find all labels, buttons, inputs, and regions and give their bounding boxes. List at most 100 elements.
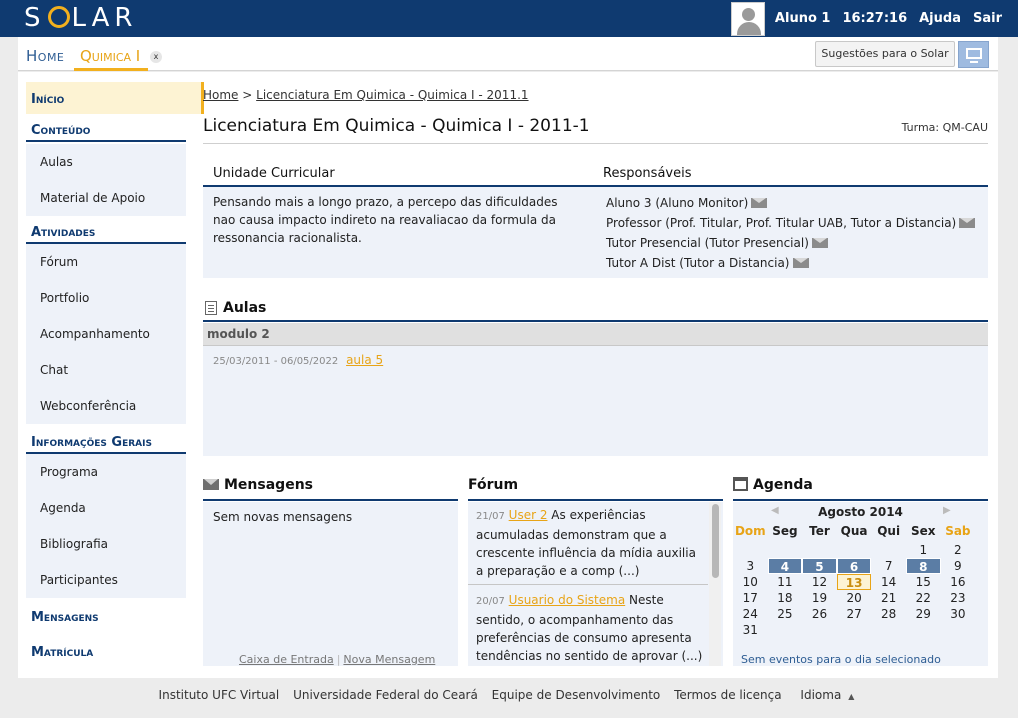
weekday-label: Dom	[734, 524, 766, 538]
sidebar-item-material[interactable]: Material de Apoio	[26, 180, 186, 216]
envelope-icon[interactable]	[792, 258, 809, 268]
calendar-day[interactable]: 4	[767, 558, 803, 574]
sidebar-item-webconferencia[interactable]: Webconferência	[26, 388, 186, 424]
envelope-icon[interactable]	[811, 238, 828, 248]
envelope-icon[interactable]	[959, 218, 976, 228]
sidebar-item-acompanhamento[interactable]: Acompanhamento	[26, 316, 186, 352]
sidebar-item-chat[interactable]: Chat	[26, 352, 186, 388]
calendar-day[interactable]: 10	[733, 574, 768, 590]
sidebar-section-matricula[interactable]: Matrícula	[26, 645, 186, 662]
calendar-day[interactable]: 5	[802, 558, 837, 574]
envelope-icon[interactable]	[751, 198, 768, 208]
calendar-day[interactable]: 30	[941, 606, 976, 622]
sidebar-item-participantes[interactable]: Participantes	[26, 562, 186, 598]
aulas-panel: modulo 2 25/03/2011 - 06/05/2022 aula 5	[203, 323, 988, 456]
calendar-day[interactable]: 22	[906, 590, 941, 606]
calendar-day[interactable]: 7	[871, 558, 906, 574]
calendar-empty-cell	[802, 542, 837, 558]
sidebar-item-agenda[interactable]: Agenda	[26, 490, 186, 526]
calendar-day[interactable]: 1	[906, 542, 941, 558]
sidebar-item-programa[interactable]: Programa	[26, 454, 186, 490]
footer-link-idioma[interactable]: Idioma ▲	[795, 688, 859, 702]
sidebar-section-atividades[interactable]: Atividades	[26, 225, 186, 244]
curricular-unit-box: Unidade Curricular Responsáveis Pensando…	[203, 161, 988, 278]
calendar-empty-cell	[871, 542, 906, 558]
calendar-day[interactable]: 18	[768, 590, 803, 606]
footer-link-termos[interactable]: Termos de licença	[674, 688, 782, 702]
post-date: 21/07	[476, 511, 505, 522]
calendar-day[interactable]: 11	[768, 574, 803, 590]
divider	[468, 584, 708, 585]
sidebar-section-conteudo[interactable]: Conteúdo	[26, 123, 186, 142]
breadcrumb-home[interactable]: Home	[203, 88, 238, 102]
calendar-day[interactable]: 14	[871, 574, 906, 590]
tab-home[interactable]: Home	[26, 47, 64, 65]
calendar-day[interactable]: 6	[836, 558, 872, 574]
solar-logo[interactable]: S LAR	[24, 3, 137, 33]
close-tab-icon[interactable]: x	[150, 51, 162, 63]
post-author-link[interactable]: User 2	[509, 508, 548, 522]
calendar-weekdays: Dom Seg Ter Qua Qui Sex Sab	[733, 524, 988, 538]
calendar-day[interactable]: 29	[906, 606, 941, 622]
messages-links: Caixa de Entrada | Nova Mensagem	[239, 653, 435, 666]
calendar-day[interactable]: 31	[733, 622, 768, 638]
calendar-empty-cell	[837, 622, 872, 638]
calendar-day[interactable]: 23	[941, 590, 976, 606]
messages-panel: Sem novas mensagens Caixa de Entrada | Nov…	[203, 502, 458, 666]
calendar-day[interactable]: 3	[733, 558, 768, 574]
sidebar-item-inicio[interactable]: Início	[26, 82, 204, 114]
calendar-day[interactable]: 20	[837, 590, 872, 606]
calendar-day[interactable]: 12	[802, 574, 837, 590]
messages-title: Mensagens	[224, 477, 313, 493]
calendar-empty-cell	[941, 622, 976, 638]
calendar-day[interactable]: 13	[836, 574, 872, 590]
sidebar-section-mensagens[interactable]: Mensagens	[26, 610, 186, 627]
logout-link[interactable]: Sair	[973, 11, 1002, 26]
calendar-day[interactable]: 26	[802, 606, 837, 622]
calendar-day[interactable]: 9	[941, 558, 976, 574]
next-month-icon[interactable]: ▶	[943, 505, 951, 516]
weekday-label: Sab	[945, 524, 971, 538]
scrollbar[interactable]	[709, 502, 721, 666]
help-link[interactable]: Ajuda	[919, 11, 961, 26]
calendar-day[interactable]: 17	[733, 590, 768, 606]
inbox-link[interactable]: Caixa de Entrada	[239, 653, 334, 666]
calendar-day[interactable]: 2	[941, 542, 976, 558]
agenda-title: Agenda	[753, 477, 813, 493]
weekday-label: Sex	[911, 524, 936, 538]
lesson-link[interactable]: aula 5	[346, 353, 383, 367]
post-author-link[interactable]: Usuario do Sistema	[509, 593, 626, 607]
sidebar-section-informacoes[interactable]: Informações Gerais	[26, 435, 186, 454]
scrollbar-thumb[interactable]	[712, 504, 719, 578]
calendar-day[interactable]: 19	[802, 590, 837, 606]
sidebar-item-portfolio[interactable]: Portfolio	[26, 280, 186, 316]
calendar-day[interactable]: 16	[941, 574, 976, 590]
clock: 16:27:16	[842, 11, 908, 26]
breadcrumb: Home > Licenciatura Em Quimica - Quimica…	[203, 88, 529, 102]
sidebar-item-aulas[interactable]: Aulas	[26, 144, 186, 180]
sidebar-item-bibliografia[interactable]: Bibliografia	[26, 526, 186, 562]
module-bar[interactable]: modulo 2	[203, 323, 988, 346]
footer-link-equipe[interactable]: Equipe de Desenvolvimento	[492, 688, 661, 702]
calendar-day[interactable]: 21	[871, 590, 906, 606]
lesson-date: 25/03/2011 - 06/05/2022	[213, 356, 339, 367]
breadcrumb-separator: >	[242, 88, 253, 102]
footer-link-ufc[interactable]: Universidade Federal do Ceará	[293, 688, 478, 702]
calendar-day[interactable]: 27	[837, 606, 872, 622]
new-message-link[interactable]: Nova Mensagem	[343, 653, 435, 666]
tab-course[interactable]: Quimica I	[74, 37, 149, 71]
calendar-nav: ◀ Agosto 2014 ▶	[733, 502, 988, 522]
suggestions-button[interactable]: Sugestões para o Solar 2.0	[815, 41, 955, 84]
calendar-day[interactable]: 28	[871, 606, 906, 622]
user-name[interactable]: Aluno 1	[775, 11, 831, 26]
sidebar-item-forum[interactable]: Fórum	[26, 244, 186, 280]
calendar-day[interactable]: 15	[906, 574, 941, 590]
calendar-day[interactable]: 8	[905, 558, 941, 574]
calendar-day[interactable]: 25	[768, 606, 803, 622]
calendar-empty-cell	[768, 622, 803, 638]
monitor-icon[interactable]	[958, 41, 989, 68]
breadcrumb-course[interactable]: Licenciatura Em Quimica - Quimica I - 20…	[256, 88, 528, 102]
avatar[interactable]	[730, 1, 765, 36]
calendar-day[interactable]: 24	[733, 606, 768, 622]
footer-link-instituto[interactable]: Instituto UFC Virtual	[159, 688, 280, 702]
